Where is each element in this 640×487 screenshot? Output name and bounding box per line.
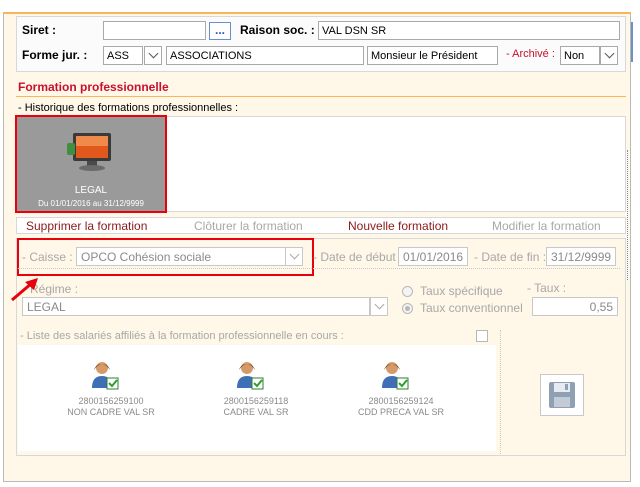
history-label: - Historique des formations professionne… xyxy=(18,102,239,114)
date-fin-field[interactable]: 31/12/9999 xyxy=(546,247,616,266)
user-icon xyxy=(382,362,409,390)
modify-formation-button[interactable]: Modifier la formation xyxy=(492,219,601,233)
annotation-arrow xyxy=(11,278,38,302)
forme-juridique-label: Forme jur. : xyxy=(22,48,88,62)
section-title: Formation professionnelle xyxy=(18,80,169,94)
forme-juridique-dropdown[interactable] xyxy=(144,46,162,65)
chevron-down-icon xyxy=(148,48,158,59)
taux-conventionnel-label: Taux conventionnel xyxy=(420,301,523,315)
user-icon xyxy=(92,362,119,390)
taux-specifique-label: Taux spécifique xyxy=(420,284,503,298)
raison-sociale-field[interactable]: VAL DSN SR xyxy=(318,21,620,40)
new-formation-button[interactable]: Nouvelle formation xyxy=(348,219,448,233)
tile-highlight xyxy=(15,115,167,213)
user-icon xyxy=(237,362,264,390)
raison-sociale-label: Raison soc. : xyxy=(240,23,315,37)
window-top-border xyxy=(3,12,631,14)
employees-list-label: - Liste des salariés affiliés à la forma… xyxy=(20,330,344,342)
date-debut-field[interactable]: 01/01/2016 xyxy=(398,247,468,266)
title-field[interactable]: Monsieur le Président xyxy=(367,46,498,65)
taux-label: - Taux : xyxy=(527,281,567,295)
taux-conventionnel-radio[interactable] xyxy=(402,303,413,314)
save-button[interactable] xyxy=(540,374,584,416)
employee-item[interactable]: 2800156259124 CDD PRECA VAL SR xyxy=(358,360,444,450)
date-fin-label: - Date de fin : xyxy=(474,250,547,264)
taux-field[interactable]: 0,55 xyxy=(532,297,618,316)
employee-id: 2800156259124 xyxy=(368,396,434,406)
scroll-indicator xyxy=(627,150,628,280)
floppy-disk-icon xyxy=(549,382,575,408)
employee-id: 2800156259100 xyxy=(78,396,144,406)
delete-formation-button[interactable]: Supprimer la formation xyxy=(26,219,147,233)
detail-divider xyxy=(18,268,620,269)
regime-field[interactable]: LEGAL xyxy=(22,297,370,316)
window-right-edge xyxy=(631,22,633,62)
taux-specifique-radio[interactable] xyxy=(402,286,413,297)
chevron-down-icon xyxy=(604,48,614,59)
regime-dropdown[interactable] xyxy=(370,297,388,316)
employee-id: 2800156259118 xyxy=(223,396,289,406)
archive-dropdown[interactable] xyxy=(600,46,618,65)
section-divider xyxy=(16,96,626,97)
employee-item[interactable]: 2800156259118 CADRE VAL SR xyxy=(221,360,291,450)
employees-select-all-checkbox[interactable] xyxy=(476,330,488,342)
chevron-down-icon xyxy=(374,299,384,310)
siret-lookup-button[interactable]: ... xyxy=(209,22,231,40)
caisse-highlight xyxy=(17,238,314,276)
archive-field[interactable]: Non xyxy=(560,46,600,65)
employee-name: CDD PRECA VAL SR xyxy=(357,407,445,417)
archive-label: - Archivé : xyxy=(506,48,555,60)
siret-label: Siret : xyxy=(22,23,57,37)
date-debut-label: - Date de début : xyxy=(313,250,403,264)
close-formation-button[interactable]: Clôturer la formation xyxy=(194,219,303,233)
employee-name: NON CADRE VAL SR xyxy=(67,407,155,417)
forme-juridique-code[interactable]: ASS xyxy=(103,46,143,65)
siret-field[interactable] xyxy=(103,21,206,40)
list-divider xyxy=(500,330,501,454)
employee-name: CADRE VAL SR xyxy=(223,407,289,417)
employee-item[interactable]: 2800156259100 NON CADRE VAL SR xyxy=(67,360,155,450)
forme-juridique-value: ASSOCIATIONS xyxy=(166,46,364,65)
